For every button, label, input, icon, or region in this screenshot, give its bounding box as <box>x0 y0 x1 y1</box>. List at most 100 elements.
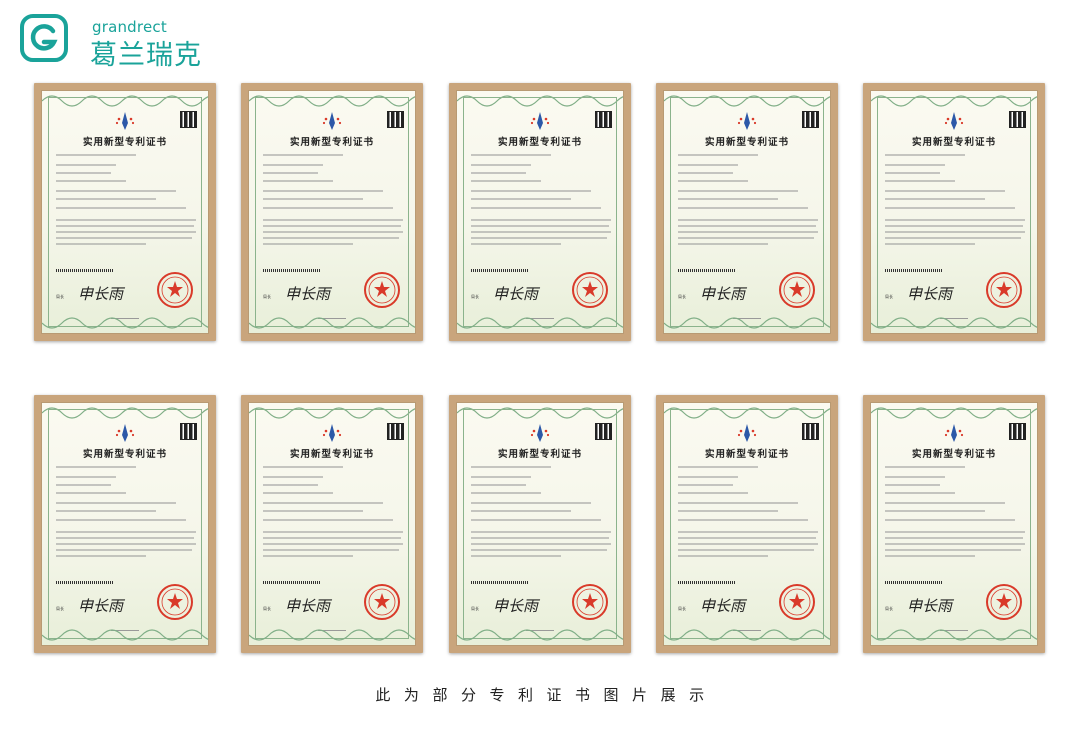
certificate-title: 实用新型专利证书 <box>82 137 167 148</box>
qr-code-icon <box>1009 423 1026 440</box>
certificate-paper: 实用新型专利证书 局长 申长雨 <box>248 402 416 646</box>
caption-char: 此 <box>375 686 391 704</box>
official-seal-icon <box>157 272 193 308</box>
certificate-text-line <box>471 237 607 239</box>
certificate-text-line <box>885 225 1023 227</box>
certificate-text-line <box>471 555 561 557</box>
certificate-text-line <box>471 243 561 245</box>
certificate-title: 实用新型专利证书 <box>911 137 996 148</box>
official-seal-icon <box>986 272 1022 308</box>
barcode-icon <box>56 269 114 272</box>
director-label: 局长 <box>678 294 686 299</box>
brand-name-cn: 葛兰瑞克 <box>90 40 202 71</box>
director-signature: 申长雨 <box>493 285 539 303</box>
certificate-text-line <box>56 243 146 245</box>
certificate-paper: 实用新型专利证书 局长 申长雨 <box>870 402 1038 646</box>
director-signature: 申长雨 <box>700 285 746 303</box>
certificate-text-line <box>263 476 323 478</box>
certificate-text-line <box>56 225 194 227</box>
certificate-text-line <box>678 476 738 478</box>
certificate-paper: 实用新型专利证书 局长 申长雨 <box>41 90 209 334</box>
certificate-text-line <box>263 237 399 239</box>
certificate-text-line <box>263 537 401 539</box>
certificate-text-line <box>885 492 955 494</box>
certificate-text-line <box>263 190 383 192</box>
certificate-text-line <box>263 555 353 557</box>
qr-code-icon <box>595 111 612 128</box>
border-pattern-icon <box>457 629 623 641</box>
certificate-text-line <box>471 543 611 545</box>
certificate-text-line <box>471 231 611 233</box>
certificate-text-line <box>678 543 818 545</box>
certificate-text-line <box>471 172 526 174</box>
certificate-text-line <box>56 164 116 166</box>
director-label: 局长 <box>885 606 893 611</box>
certificate-text-line <box>471 484 526 486</box>
official-seal-icon <box>779 272 815 308</box>
qr-code-icon <box>387 111 404 128</box>
certificate-text-line <box>263 225 401 227</box>
border-pattern-icon <box>871 317 1037 329</box>
certificate-text-line <box>885 502 1005 504</box>
certificate-text-line <box>471 502 591 504</box>
caption-char: 书 <box>575 686 591 704</box>
certificate-text-line <box>678 492 748 494</box>
official-seal-icon <box>779 584 815 620</box>
certificate-text-line <box>263 502 383 504</box>
certificate-text-line <box>471 219 611 221</box>
certificate-text-line <box>263 484 318 486</box>
certificate-text-line <box>885 243 975 245</box>
director-label: 局长 <box>885 294 893 299</box>
certificate-text-line <box>471 466 551 468</box>
certificate-text-line <box>56 537 194 539</box>
caption-char: 为 <box>403 686 420 704</box>
barcode-icon <box>56 581 114 584</box>
certificate-text-line <box>471 549 607 551</box>
director-label: 局长 <box>678 606 686 611</box>
certificate-text-line <box>263 198 363 200</box>
cnipa-emblem-icon <box>115 424 135 442</box>
certificate-text-line <box>56 198 156 200</box>
certificate-text-line <box>56 531 196 533</box>
patent-certificate: 实用新型专利证书 局长 申长雨 <box>34 83 216 341</box>
certificate-text-line <box>885 531 1025 533</box>
certificate-text-line <box>885 190 1005 192</box>
cnipa-emblem-icon <box>737 424 757 442</box>
director-label: 局长 <box>263 606 271 611</box>
director-signature: 申长雨 <box>285 597 331 615</box>
certificate-text-line <box>885 484 940 486</box>
certificate-text-line <box>885 466 965 468</box>
qr-code-icon <box>180 111 197 128</box>
certificate-text-line <box>678 172 733 174</box>
qr-code-icon <box>387 423 404 440</box>
certificate-text-line <box>56 555 146 557</box>
border-pattern-icon <box>664 317 830 329</box>
cnipa-emblem-icon <box>737 112 757 130</box>
certificate-text-line <box>885 198 985 200</box>
certificate-text-line <box>263 154 343 156</box>
certificate-title: 实用新型专利证书 <box>704 137 789 148</box>
certificate-text-line <box>263 466 343 468</box>
certificate-text-line <box>885 549 1021 551</box>
cnipa-emblem-icon <box>530 112 550 130</box>
barcode-icon <box>471 269 529 272</box>
certificate-text-line <box>56 476 116 478</box>
certificate-text-line <box>885 172 940 174</box>
patent-certificate: 实用新型专利证书 局长 申长雨 <box>241 395 423 653</box>
certificate-text-line <box>56 510 156 512</box>
certificate-text-line <box>56 180 126 182</box>
certificate-text-line <box>263 510 363 512</box>
cnipa-emblem-icon <box>944 424 964 442</box>
certificate-text-line <box>885 519 1015 521</box>
certificate-text-line <box>885 537 1023 539</box>
director-signature: 申长雨 <box>285 285 331 303</box>
certificate-text-line <box>471 225 609 227</box>
certificate-text-line <box>471 492 541 494</box>
certificate-text-line <box>56 172 111 174</box>
certificate-text-line <box>471 476 531 478</box>
caption-char: 示 <box>689 686 705 704</box>
patent-certificate: 实用新型专利证书 局长 申长雨 <box>863 395 1045 653</box>
certificate-text-line <box>885 207 1015 209</box>
director-signature: 申长雨 <box>700 597 746 615</box>
caption-char: 证 <box>546 686 563 704</box>
